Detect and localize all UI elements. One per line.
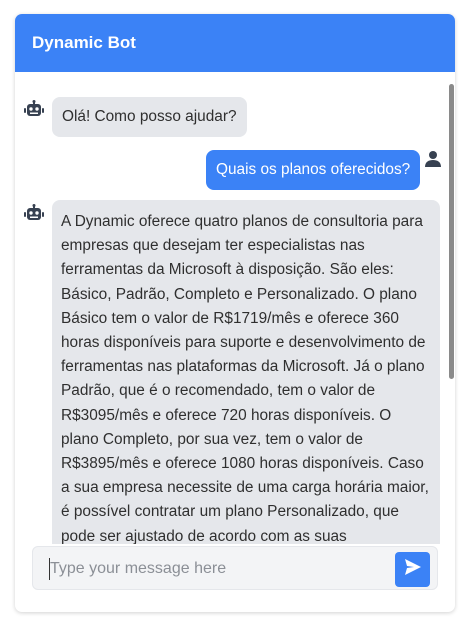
chat-title: Dynamic Bot: [32, 33, 136, 52]
bot-message-text: Olá! Como posso ajudar?: [62, 108, 237, 125]
send-icon: [404, 558, 422, 581]
bot-message-text: A Dynamic oferece quatro planos de consu…: [61, 213, 429, 544]
bot-message: Olá! Como posso ajudar?: [52, 97, 247, 138]
user-message-text: Quais os planos oferecidos?: [216, 161, 411, 178]
chat-header: Dynamic Bot: [15, 14, 455, 72]
robot-icon: [24, 204, 44, 224]
message-composer: [32, 546, 438, 590]
person-icon: [424, 150, 444, 170]
robot-icon: [24, 100, 44, 120]
scrollbar-thumb[interactable]: [449, 84, 454, 379]
bot-message: A Dynamic oferece quatro planos de consu…: [52, 200, 440, 544]
message-list[interactable]: Olá! Como posso ajudar? Quais os planos …: [15, 72, 455, 544]
user-message: Quais os planos oferecidos?: [206, 150, 421, 191]
message-input[interactable]: [50, 557, 380, 581]
send-button[interactable]: [395, 552, 430, 587]
chat-window: Dynamic Bot Olá! Como posso ajudar? Quai…: [15, 14, 455, 612]
